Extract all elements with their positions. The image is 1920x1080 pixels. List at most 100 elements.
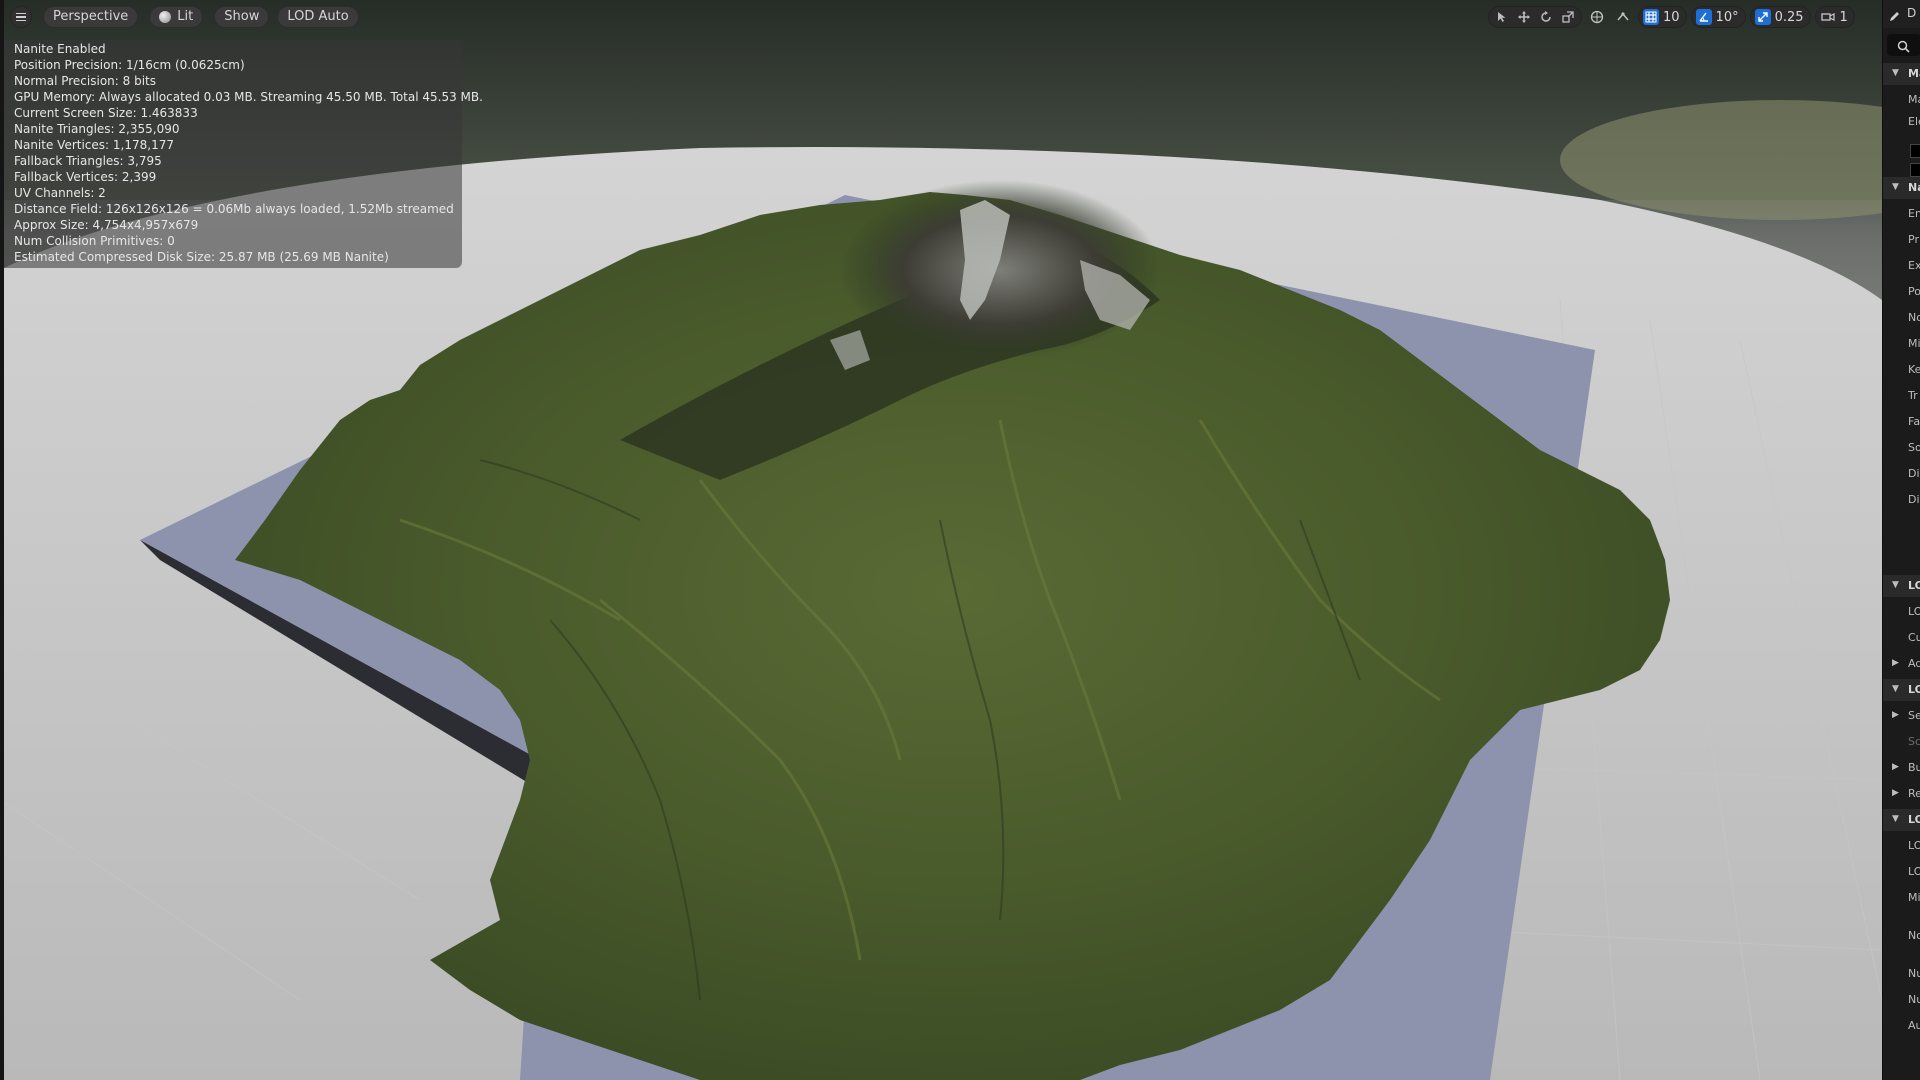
view-mode-button[interactable]: Perspective (43, 6, 139, 28)
angle-snap-icon[interactable] (1695, 9, 1712, 25)
show-button[interactable]: Show (214, 6, 270, 28)
grid-snap-group[interactable]: 10 (1638, 6, 1687, 28)
details-property-row[interactable]: No (1883, 925, 1920, 947)
details-panel-header: D (1883, 0, 1920, 28)
scale-snap-icon[interactable] (1754, 9, 1771, 25)
details-row-label: Bu (1908, 761, 1920, 774)
chevron-down-icon[interactable]: ▼ (1892, 684, 1899, 694)
details-property-row[interactable]: No (1883, 307, 1920, 329)
stat-line: Fallback Triangles: 3,795 (14, 154, 162, 168)
material-swatch[interactable] (1910, 144, 1920, 158)
details-property-row[interactable]: En (1883, 203, 1920, 225)
stat-line: Approx Size: 4,754x4,957x679 (14, 218, 199, 232)
details-row-label: Ma (1908, 93, 1920, 106)
details-category-header[interactable]: ▼ LO (1883, 809, 1920, 831)
details-category-header[interactable]: ▼ LO (1883, 575, 1920, 597)
camera-speed-value[interactable]: 1 (1840, 10, 1848, 25)
details-row-label: Mi (1908, 337, 1920, 350)
details-property-row[interactable]: ▶ Bu (1883, 757, 1920, 779)
move-icon[interactable] (1513, 6, 1535, 28)
details-property-row[interactable]: Mi (1883, 887, 1920, 909)
details-property-row[interactable]: Pr (1883, 229, 1920, 251)
details-row-label: No (1908, 929, 1920, 942)
rotation-snap-value[interactable]: 10° (1716, 10, 1739, 25)
details-property-row[interactable]: Dis (1883, 489, 1920, 511)
chevron-down-icon[interactable]: ▼ (1892, 182, 1899, 192)
details-tab-title[interactable]: D (1907, 6, 1916, 20)
view-mode-label: Perspective (53, 9, 129, 24)
transform-tools-group (1488, 6, 1582, 28)
chevron-right-icon[interactable]: ▶ (1892, 788, 1899, 798)
details-row-label: Ad (1908, 657, 1920, 670)
details-property-row[interactable]: ▶ Ad (1883, 653, 1920, 675)
details-row-label: Sc (1908, 735, 1920, 748)
details-category-header[interactable]: ▼ Ma (1883, 63, 1920, 85)
details-property-row[interactable]: So (1883, 437, 1920, 459)
surface-snapping-icon[interactable] (1612, 6, 1634, 28)
camera-icon[interactable] (1820, 6, 1836, 28)
details-property-row[interactable]: ▶ Se (1883, 705, 1920, 727)
details-row-label: Ke (1908, 363, 1920, 376)
rotation-snap-group[interactable]: 10° (1690, 6, 1746, 28)
select-arrow-icon[interactable] (1491, 6, 1513, 28)
details-search-field[interactable] (1887, 34, 1920, 56)
details-property-row[interactable]: Mi (1883, 333, 1920, 355)
details-category-header[interactable]: ▼ LO (1883, 679, 1920, 701)
details-property-row[interactable]: Ma (1883, 89, 1920, 111)
details-property-row[interactable]: LO (1883, 861, 1920, 883)
scale-snap-value[interactable]: 0.25 (1775, 10, 1804, 25)
grid-snap-value[interactable]: 10 (1663, 10, 1680, 25)
grid-snap-icon[interactable] (1643, 9, 1659, 25)
stat-line: Nanite Vertices: 1,178,177 (14, 138, 174, 152)
show-label: Show (224, 9, 260, 24)
viewport[interactable]: Perspective Lit Show LOD Auto 10 10° 0.2… (0, 0, 1882, 1080)
lod-button[interactable]: LOD Auto (277, 6, 359, 28)
details-property-row[interactable]: LO (1883, 601, 1920, 623)
details-row-label: Tr (1908, 389, 1918, 402)
menu-icon (16, 12, 26, 15)
details-property-row[interactable]: Ke (1883, 359, 1920, 381)
chevron-right-icon[interactable]: ▶ (1892, 762, 1899, 772)
details-row-label: LO (1908, 579, 1920, 592)
details-property-row[interactable]: Nu (1883, 963, 1920, 985)
details-property-row[interactable]: LO (1883, 835, 1920, 857)
chevron-right-icon[interactable]: ▶ (1892, 658, 1899, 668)
scale-icon[interactable] (1557, 6, 1579, 28)
rotate-icon[interactable] (1535, 6, 1557, 28)
details-property-row[interactable]: Ex (1883, 255, 1920, 277)
viewport-toolbar-left: Perspective Lit Show LOD Auto (10, 6, 359, 28)
scale-snap-group[interactable]: 0.25 (1749, 6, 1811, 28)
details-property-row[interactable]: Po (1883, 281, 1920, 303)
details-property-row[interactable]: Nu (1883, 989, 1920, 1011)
stat-line: Estimated Compressed Disk Size: 25.87 MB… (14, 250, 389, 264)
details-property-row[interactable]: Cu (1883, 627, 1920, 649)
camera-speed-group[interactable]: 1 (1814, 6, 1855, 28)
details-property-row[interactable]: Au (1883, 1015, 1920, 1037)
details-row-label: Ex (1908, 259, 1920, 272)
chevron-down-icon[interactable]: ▼ (1892, 580, 1899, 590)
viewport-toolbar-right: 10 10° 0.25 1 (1488, 6, 1855, 28)
coordinate-space-icon[interactable] (1586, 6, 1608, 28)
stat-line: Current Screen Size: 1.463833 (14, 106, 198, 120)
details-property-row[interactable]: Sc (1883, 731, 1920, 753)
lighting-mode-button[interactable]: Lit (149, 6, 204, 28)
details-property-row[interactable]: Ele (1883, 111, 1920, 133)
chevron-down-icon[interactable]: ▼ (1892, 68, 1899, 78)
details-property-row[interactable]: Tr (1883, 385, 1920, 407)
nanite-stats-overlay: Nanite Enabled Position Precision: 1/16c… (4, 40, 483, 268)
details-pencil-icon[interactable] (1889, 7, 1901, 26)
details-row-label: Fa (1908, 415, 1920, 428)
terrain-peak (840, 180, 1160, 360)
chevron-down-icon[interactable]: ▼ (1892, 814, 1899, 824)
details-property-row[interactable]: Fa (1883, 411, 1920, 433)
details-row-label: Mi (1908, 891, 1920, 904)
stat-line: Nanite Triangles: 2,355,090 (14, 122, 180, 136)
details-property-row[interactable]: ▶ Re (1883, 783, 1920, 805)
details-category-header[interactable]: ▼ Na (1883, 177, 1920, 199)
details-property-row[interactable]: Dis (1883, 463, 1920, 485)
stat-line: Nanite Enabled (14, 42, 106, 56)
search-icon (1897, 38, 1910, 57)
material-swatch[interactable] (1910, 163, 1920, 177)
chevron-right-icon[interactable]: ▶ (1892, 710, 1899, 720)
viewport-options-button[interactable] (10, 6, 32, 28)
